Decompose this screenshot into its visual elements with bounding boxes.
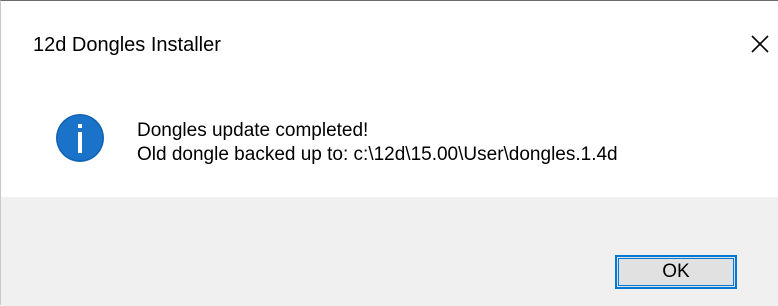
title-bar: 12d Dongles Installer bbox=[1, 1, 778, 89]
dialog-content: Dongles update completed! Old dongle bac… bbox=[1, 89, 778, 197]
message-text: Dongles update completed! Old dongle bac… bbox=[137, 119, 618, 167]
message-line-1: Dongles update completed! bbox=[137, 120, 369, 141]
button-bar: OK bbox=[1, 197, 778, 306]
close-button[interactable] bbox=[739, 25, 778, 65]
close-icon bbox=[751, 35, 769, 53]
window-title: 12d Dongles Installer bbox=[33, 34, 221, 56]
info-icon bbox=[56, 114, 104, 162]
message-dialog: 12d Dongles Installer Dongles update com… bbox=[0, 0, 778, 306]
ok-button[interactable]: OK bbox=[615, 255, 737, 289]
message-line-2: Old dongle backed up to: c:\12d\15.00\Us… bbox=[137, 144, 618, 165]
